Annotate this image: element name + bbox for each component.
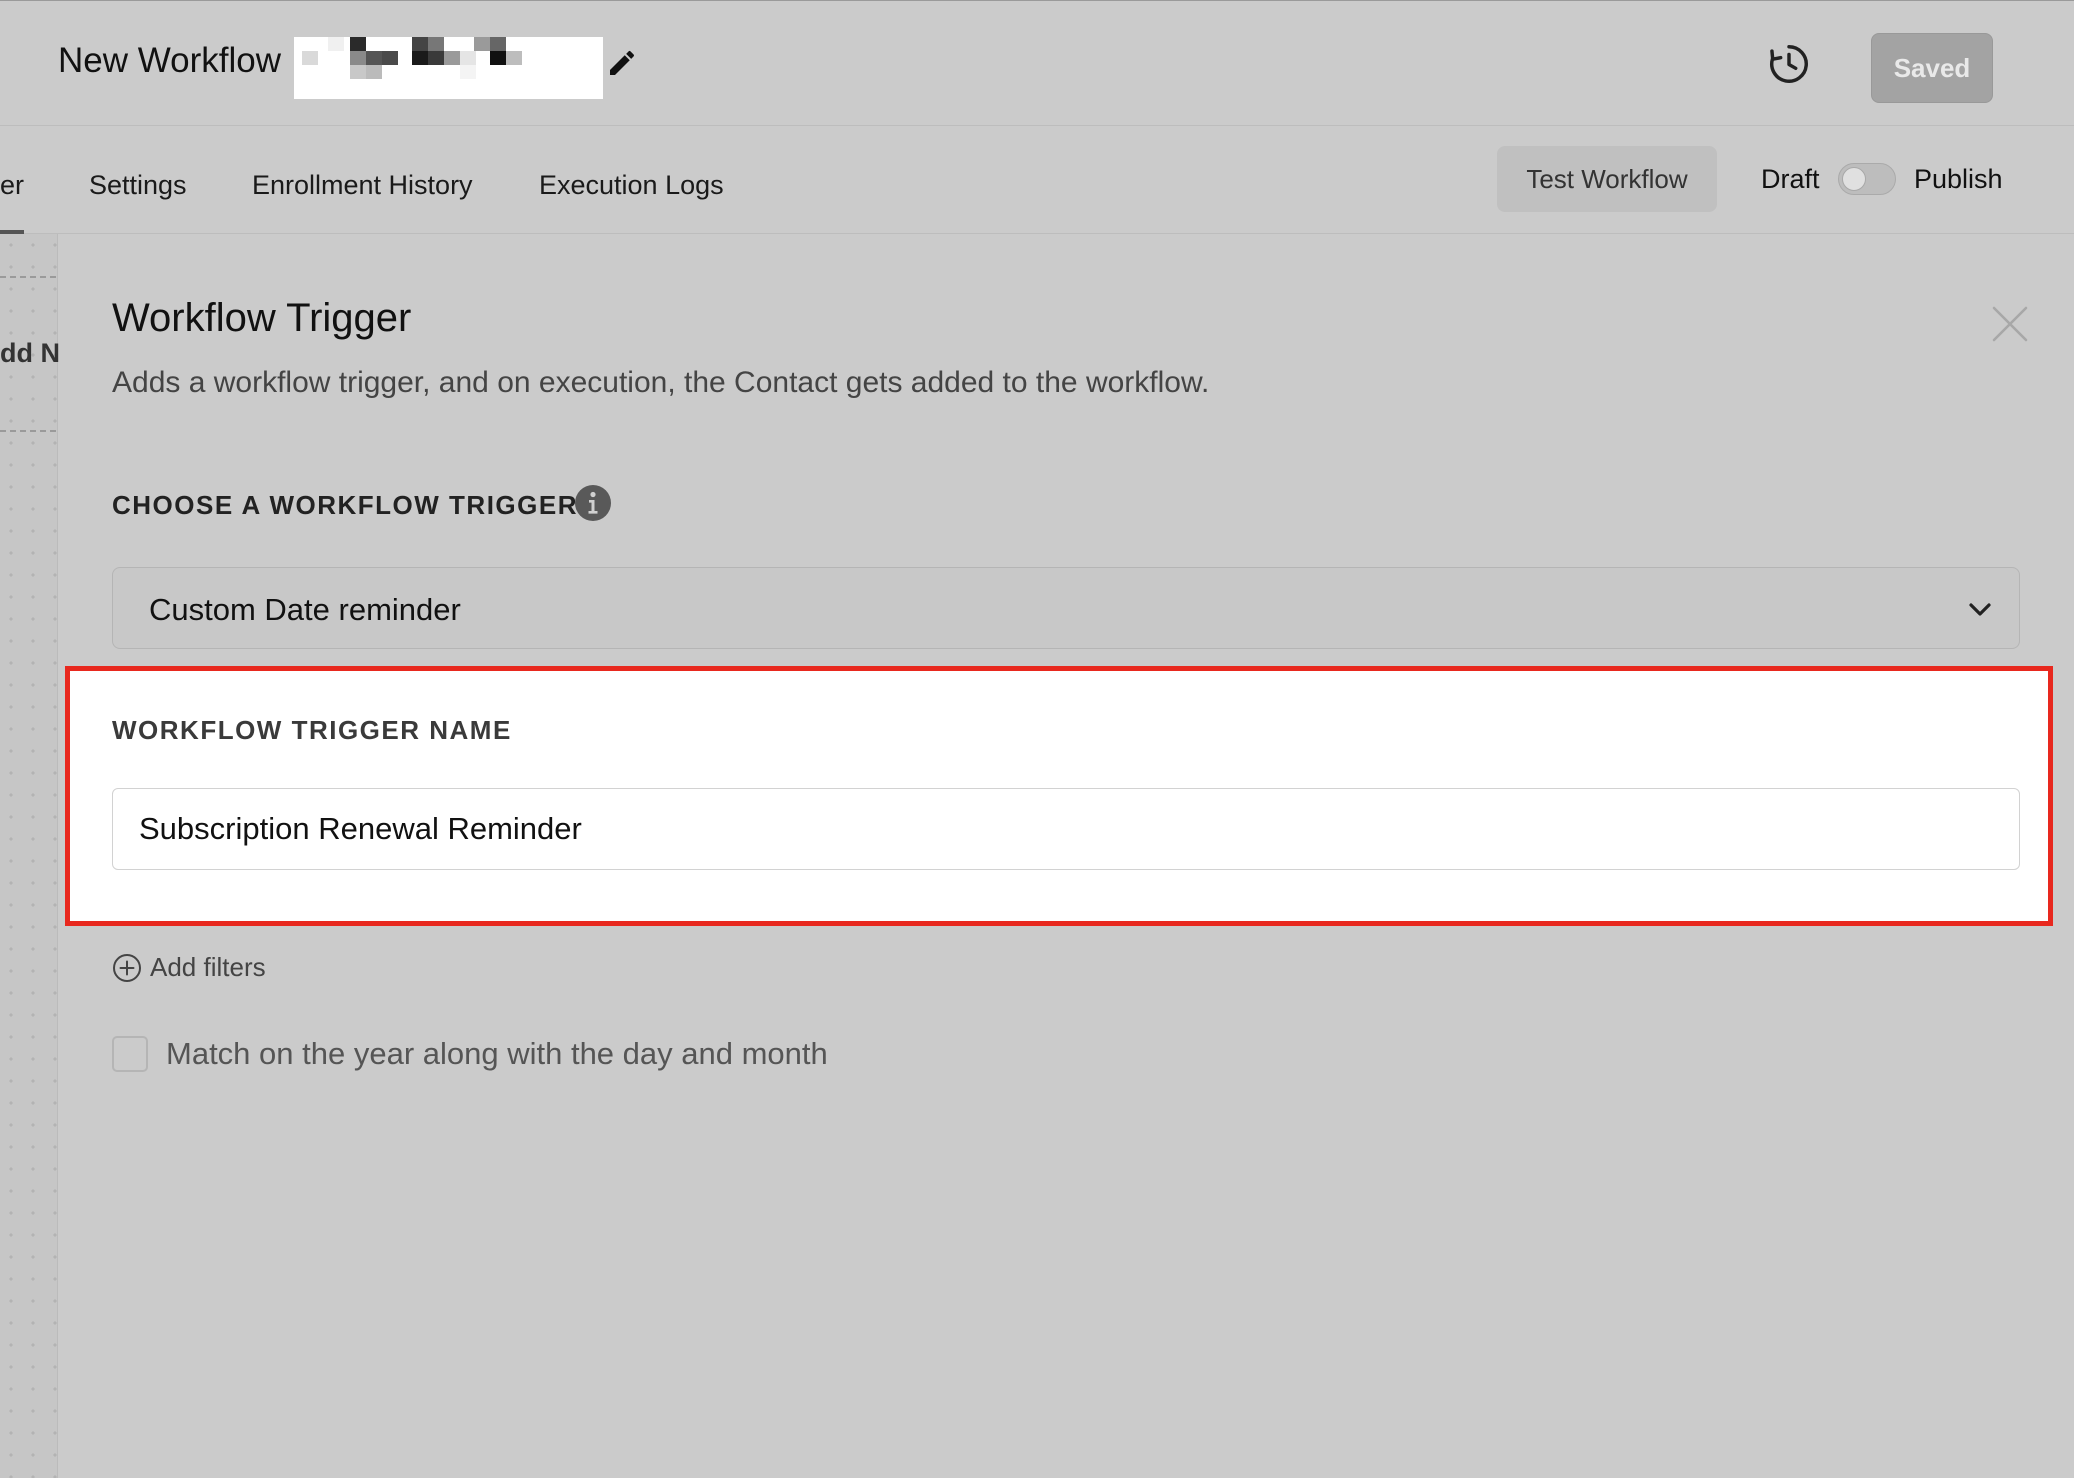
choose-trigger-label: CHOOSE A WORKFLOW TRIGGER (112, 490, 578, 520)
add-filters-label: Add filters (150, 952, 266, 982)
tab-execution-logs[interactable]: Execution Logs (539, 170, 724, 201)
canvas-node-border (0, 430, 56, 432)
match-year-label[interactable]: Match on the year along with the day and… (166, 1036, 828, 1072)
toggle-knob (1842, 167, 1866, 191)
panel-description: Adds a workflow trigger, and on executio… (112, 366, 1210, 399)
workflow-tabs-bar: er Settings Enrollment History Execution… (0, 126, 2074, 234)
info-icon[interactable] (574, 484, 612, 522)
selected-trigger-value: Custom Date reminder (149, 592, 461, 627)
workflow-canvas[interactable]: dd N (0, 234, 60, 1478)
canvas-add-node-text[interactable]: dd N (0, 338, 60, 369)
trigger-type-select[interactable]: Custom Date reminder (112, 567, 2020, 649)
tab-settings[interactable]: Settings (89, 170, 187, 201)
add-filters-button[interactable]: Add filters (112, 952, 266, 983)
tab-enrollment-history[interactable]: Enrollment History (252, 170, 473, 201)
trigger-name-section: WORKFLOW TRIGGER NAME (65, 666, 2053, 926)
trigger-name-label: WORKFLOW TRIGGER NAME (112, 715, 512, 745)
edit-icon[interactable] (606, 47, 638, 79)
workflow-header: New Workflow Saved (0, 0, 2074, 126)
trigger-name-input[interactable] (112, 788, 2020, 870)
history-icon[interactable] (1766, 41, 1812, 87)
chevron-down-icon (1969, 603, 1991, 616)
match-year-checkbox[interactable] (112, 1036, 148, 1072)
publish-label: Publish (1914, 164, 2003, 194)
workflow-name-redacted (294, 37, 603, 99)
test-workflow-button[interactable]: Test Workflow (1497, 146, 1717, 212)
saved-button[interactable]: Saved (1871, 33, 1993, 103)
canvas-node-border (0, 276, 56, 278)
publish-toggle[interactable] (1838, 163, 1896, 195)
workflow-trigger-panel: Workflow Trigger Adds a workflow trigger… (58, 234, 2074, 1478)
panel-title: Workflow Trigger (112, 296, 412, 340)
tab-builder[interactable]: er (0, 170, 24, 201)
workflow-title: New Workflow (58, 41, 282, 80)
close-icon[interactable] (1990, 304, 2030, 344)
plus-circle-icon (113, 953, 141, 982)
draft-label: Draft (1761, 164, 1820, 194)
